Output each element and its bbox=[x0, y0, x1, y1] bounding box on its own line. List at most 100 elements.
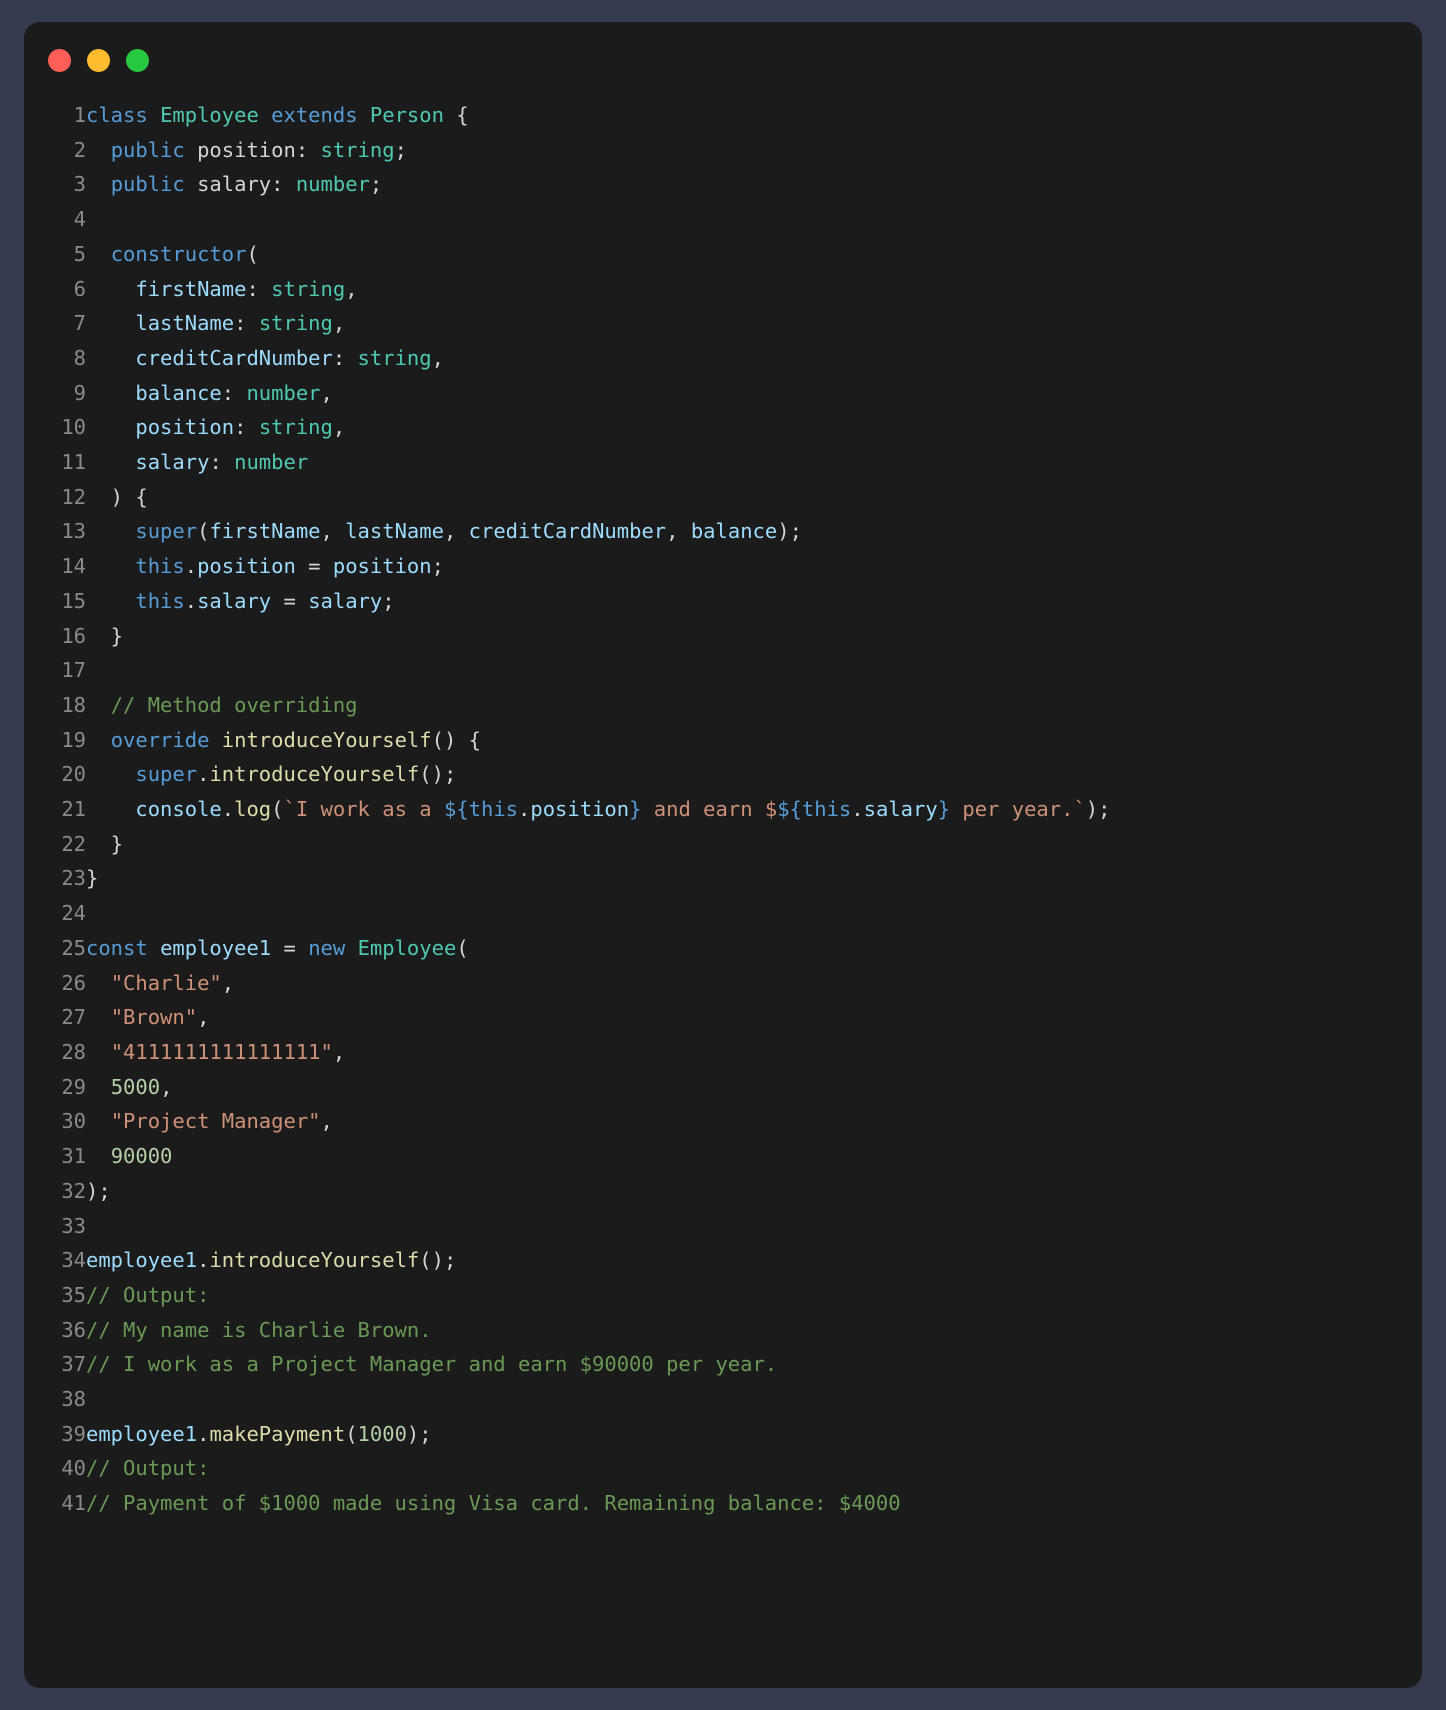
line-source[interactable]: } bbox=[86, 827, 1422, 862]
token-str: "Project Manager" bbox=[110, 1109, 321, 1134]
token-pun: ( bbox=[197, 519, 210, 544]
line-source[interactable]: console.log(`I work as a ${this.position… bbox=[86, 792, 1422, 827]
line-source[interactable]: this.position = position; bbox=[86, 549, 1422, 584]
token-tpl: } bbox=[629, 797, 642, 822]
line-source[interactable]: "Charlie", bbox=[86, 966, 1422, 1001]
minimize-window-button[interactable] bbox=[87, 48, 110, 72]
line-source[interactable] bbox=[86, 1209, 1422, 1244]
line-source[interactable] bbox=[86, 896, 1422, 931]
token-pun bbox=[345, 936, 357, 960]
token-str: "Charlie" bbox=[110, 970, 222, 995]
line-source[interactable]: class Employee extends Person { bbox=[86, 98, 1422, 133]
token-pun: , bbox=[443, 519, 469, 544]
line-source[interactable]: // Payment of $1000 made using Visa card… bbox=[86, 1486, 1422, 1521]
token-pun bbox=[86, 519, 135, 543]
line-source[interactable]: } bbox=[86, 619, 1422, 654]
line-source[interactable]: balance: number, bbox=[86, 376, 1422, 411]
line-source[interactable]: constructor( bbox=[86, 237, 1422, 272]
token-pun bbox=[185, 138, 197, 162]
code-editor-area[interactable]: 1 class Employee extends Person {2 public… bbox=[24, 98, 1422, 1688]
token-pun: () { bbox=[431, 727, 481, 752]
token-kw: this bbox=[801, 797, 852, 822]
line-number: 5 bbox=[73, 241, 86, 266]
token-pun bbox=[86, 415, 135, 439]
line-number: 6 bbox=[73, 276, 86, 301]
line-source[interactable]: super.introduceYourself(); bbox=[86, 757, 1422, 792]
token-typ: Employee bbox=[160, 103, 259, 127]
code-line: 1 class Employee extends Person { bbox=[24, 98, 1422, 133]
line-source[interactable] bbox=[86, 653, 1422, 688]
line-source[interactable]: "Project Manager", bbox=[86, 1104, 1422, 1139]
line-source[interactable]: public position: string; bbox=[86, 133, 1422, 168]
line-source[interactable]: // Output: bbox=[86, 1451, 1422, 1486]
token-pun: } bbox=[86, 623, 124, 648]
line-source[interactable]: } bbox=[86, 861, 1422, 896]
line-source[interactable]: "Brown", bbox=[86, 1000, 1422, 1035]
line-source[interactable]: override introduceYourself() { bbox=[86, 723, 1422, 758]
line-source[interactable]: lastName: string, bbox=[86, 306, 1422, 341]
maximize-window-button[interactable] bbox=[126, 48, 149, 72]
token-pun bbox=[86, 138, 111, 162]
token-kw: public bbox=[110, 137, 185, 162]
code-line: 12 ) { bbox=[24, 480, 1422, 515]
line-source[interactable]: // My name is Charlie Brown. bbox=[86, 1313, 1422, 1348]
line-number: 23 bbox=[61, 866, 86, 891]
line-source[interactable]: // Method overriding bbox=[86, 688, 1422, 723]
line-number: 40 bbox=[61, 1456, 86, 1481]
close-window-button[interactable] bbox=[48, 48, 71, 72]
line-source[interactable]: // Output: bbox=[86, 1278, 1422, 1313]
line-source[interactable]: const employee1 = new Employee( bbox=[86, 931, 1422, 966]
token-pun: , bbox=[221, 970, 235, 995]
code-line: 34 employee1.introduceYourself(); bbox=[24, 1243, 1422, 1278]
code-line: 30 "Project Manager", bbox=[24, 1104, 1422, 1139]
line-source[interactable]: this.salary = salary; bbox=[86, 584, 1422, 619]
code-line: 15 this.salary = salary; bbox=[24, 584, 1422, 619]
token-pun: } bbox=[86, 831, 124, 856]
line-source[interactable]: super(firstName, lastName, creditCardNum… bbox=[86, 514, 1422, 549]
token-id: firstName bbox=[135, 276, 247, 301]
line-number: 31 bbox=[61, 1144, 86, 1169]
token-typ: string bbox=[357, 345, 432, 370]
line-source[interactable]: ); bbox=[86, 1174, 1422, 1209]
token-typ: string bbox=[258, 311, 333, 336]
line-source[interactable]: creditCardNumber: string, bbox=[86, 341, 1422, 376]
token-num: 1000 bbox=[357, 1421, 407, 1446]
token-fn: introduceYourself bbox=[209, 762, 420, 787]
line-source[interactable]: firstName: string, bbox=[86, 272, 1422, 307]
token-pun: ( bbox=[271, 797, 284, 822]
line-source[interactable]: salary: number bbox=[86, 445, 1422, 480]
token-pun: . bbox=[184, 554, 198, 579]
token-pun: ( bbox=[456, 935, 469, 960]
line-source[interactable] bbox=[86, 202, 1422, 237]
line-source[interactable] bbox=[86, 1382, 1422, 1417]
line-source[interactable]: employee1.introduceYourself(); bbox=[86, 1243, 1422, 1278]
line-source[interactable]: 90000 bbox=[86, 1139, 1422, 1174]
line-number: 39 bbox=[61, 1421, 86, 1446]
token-id: balance bbox=[135, 380, 222, 405]
line-number: 9 bbox=[73, 380, 86, 405]
token-typ: string bbox=[258, 415, 333, 440]
token-pun: , bbox=[332, 415, 346, 440]
code-line: 36// My name is Charlie Brown. bbox=[24, 1313, 1422, 1348]
code-line: 32); bbox=[24, 1174, 1422, 1209]
line-source[interactable]: ) { bbox=[86, 480, 1422, 515]
line-source[interactable]: public salary: number; bbox=[86, 167, 1422, 202]
token-pun: : bbox=[221, 380, 247, 405]
code-lines: 1 class Employee extends Person {2 public… bbox=[24, 98, 1422, 1521]
line-source[interactable]: employee1.makePayment(1000); bbox=[86, 1417, 1422, 1452]
line-source[interactable]: // I work as a Project Manager and earn … bbox=[86, 1347, 1422, 1382]
token-pun: : bbox=[295, 137, 321, 162]
line-number: 20 bbox=[61, 762, 86, 787]
line-source[interactable]: 5000, bbox=[86, 1070, 1422, 1105]
token-pun: : bbox=[234, 415, 259, 440]
token-pun bbox=[86, 346, 135, 370]
line-source[interactable]: "4111111111111111", bbox=[86, 1035, 1422, 1070]
token-id: creditCardNumber bbox=[468, 519, 667, 544]
token-pun bbox=[209, 728, 221, 752]
line-source[interactable]: position: string, bbox=[86, 410, 1422, 445]
token-id: creditCardNumber bbox=[135, 345, 333, 370]
token-id: employee1 bbox=[86, 1248, 198, 1273]
token-id: position bbox=[332, 554, 432, 579]
token-pun: : bbox=[246, 276, 272, 301]
token-pun bbox=[86, 1005, 111, 1029]
